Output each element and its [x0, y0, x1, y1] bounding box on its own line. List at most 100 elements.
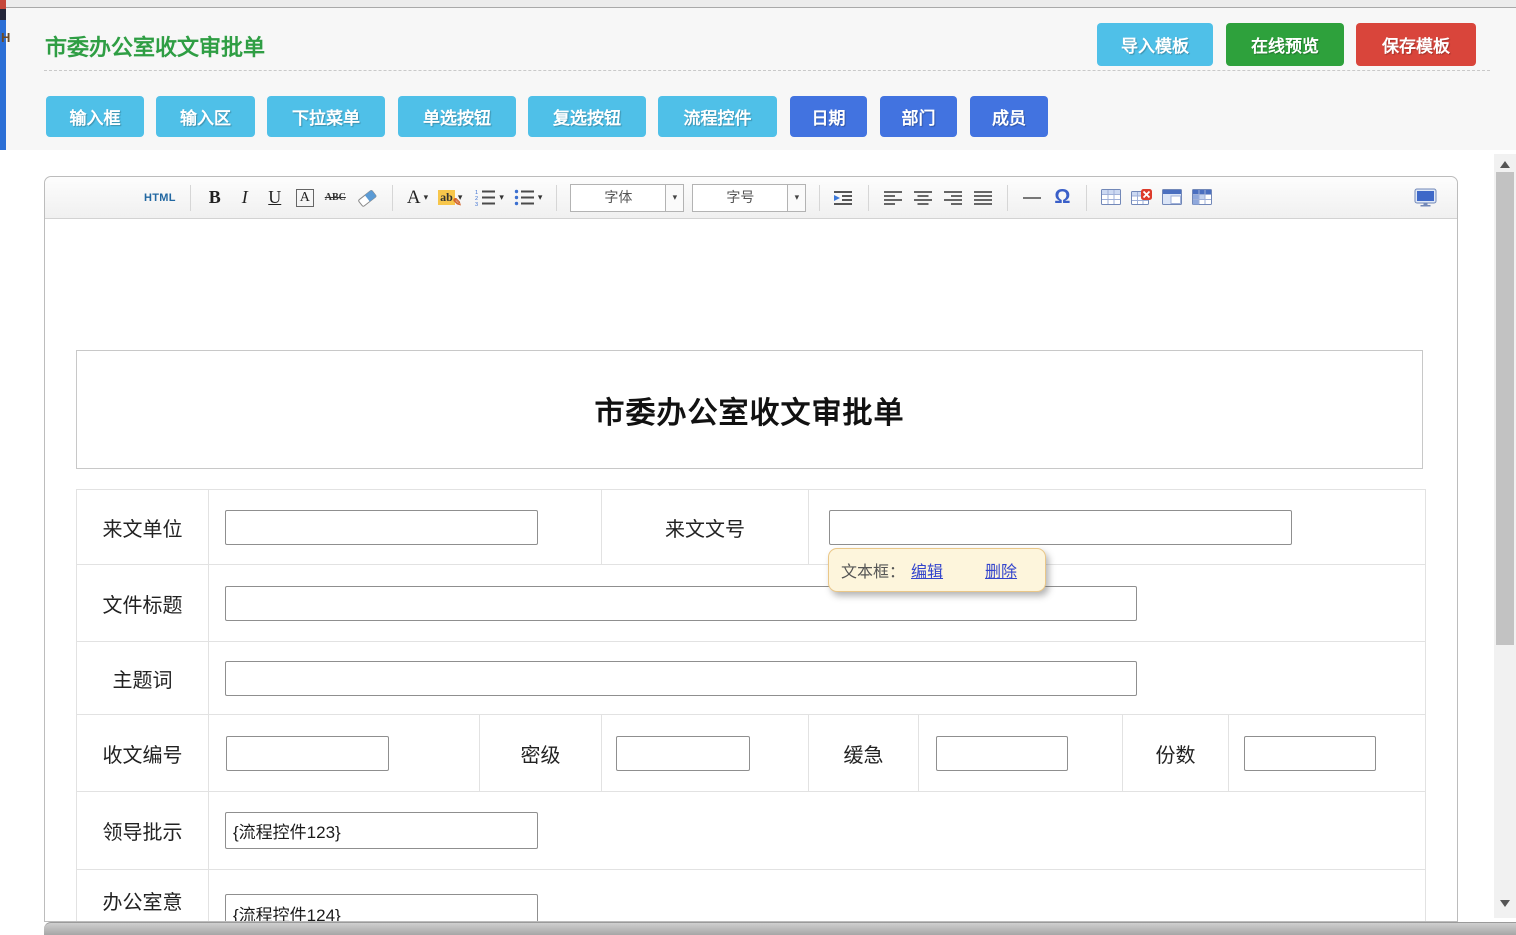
toolbar-separator: [392, 185, 393, 211]
font-size-select[interactable]: 字号 ▾: [692, 184, 806, 212]
table-icon: [1101, 189, 1121, 206]
toolbar-separator: [1007, 185, 1008, 211]
field-label: 办公室意: [77, 870, 209, 923]
form-row-leader-comments: 领导批示: [77, 792, 1426, 870]
document-title-box: 市委办公室收文审批单: [76, 350, 1423, 469]
editor-toolbar: HTML B I U A ABC A ▾ ab✎ ▾ 1 2: [45, 177, 1457, 219]
unordered-list-button[interactable]: ▾: [512, 184, 545, 212]
palette-checkbox-button[interactable]: 复选按钮: [528, 96, 646, 137]
vertical-scrollbar[interactable]: [1494, 154, 1516, 918]
table-delete-icon: [1131, 189, 1152, 206]
office-opinion-input[interactable]: [225, 894, 538, 922]
palette-textarea-button[interactable]: 输入区: [156, 96, 255, 137]
palette-date-button[interactable]: 日期: [790, 96, 867, 137]
delete-link[interactable]: 删除: [985, 558, 1017, 582]
table-properties-icon: [1162, 189, 1182, 206]
form-row-office-opinion: 办公室意: [77, 870, 1426, 923]
secrecy-level-input[interactable]: [616, 736, 750, 771]
insert-table-button[interactable]: [1099, 184, 1123, 212]
palette-radio-button[interactable]: 单选按钮: [398, 96, 516, 137]
toolbar-separator: [190, 185, 191, 211]
italic-button[interactable]: I: [233, 184, 257, 212]
align-left-button[interactable]: [881, 184, 905, 212]
page-title: 市委办公室收文审批单: [45, 30, 265, 62]
field-cell: [209, 565, 1426, 642]
online-preview-button[interactable]: 在线预览: [1226, 23, 1344, 66]
form-row-receipt-info: 收文编号 密级 缓急 份数: [77, 715, 1426, 792]
toolbar-separator: [868, 185, 869, 211]
delete-table-button[interactable]: [1129, 184, 1154, 212]
toolbar-separator: [556, 185, 557, 211]
align-center-button[interactable]: [911, 184, 935, 212]
receipt-number-input[interactable]: [226, 736, 389, 771]
pencil-icon: ✎: [453, 196, 462, 209]
document-number-input[interactable]: [829, 510, 1292, 545]
form-row-keywords: 主题词: [77, 642, 1426, 715]
form-row-document-title: 文件标题: [77, 565, 1426, 642]
keywords-input[interactable]: [225, 661, 1137, 696]
svg-text:3: 3: [475, 202, 478, 207]
scrollbar-thumb[interactable]: [1496, 172, 1514, 645]
import-template-button[interactable]: 导入模板: [1097, 23, 1213, 66]
table-properties-button[interactable]: [1160, 184, 1184, 212]
strikethrough-button[interactable]: ABC: [323, 184, 348, 212]
horizontal-rule-button[interactable]: [1020, 184, 1044, 212]
field-label: 密级: [480, 715, 602, 792]
palette-dropdown-button[interactable]: 下拉菜单: [267, 96, 385, 137]
source-button[interactable]: HTML: [142, 184, 178, 212]
underline-button[interactable]: U: [263, 184, 287, 212]
bold-button[interactable]: B: [203, 184, 227, 212]
inline-style-button[interactable]: A: [293, 184, 317, 212]
urgency-input[interactable]: [936, 736, 1068, 771]
caret-down-icon: ▾: [538, 192, 543, 203]
fullscreen-button[interactable]: [1412, 184, 1440, 212]
edit-link[interactable]: 编辑: [911, 558, 943, 582]
highlight-color-button[interactable]: ab✎ ▾: [436, 184, 464, 212]
window-fragment-dark: [0, 9, 6, 20]
toolbar-separator: [1086, 185, 1087, 211]
field-label: 来文单位: [77, 490, 209, 565]
scroll-down-arrow-icon[interactable]: [1500, 900, 1510, 907]
remove-format-button[interactable]: [354, 184, 380, 212]
monitor-icon: [1414, 188, 1438, 207]
indent-button[interactable]: [832, 184, 856, 212]
highlight-ab-icon: ab✎: [438, 190, 455, 205]
field-label: 收文编号: [77, 715, 209, 792]
cell-properties-icon: [1192, 189, 1212, 206]
toolbar-separator: [819, 185, 820, 211]
form-row-source-unit: 来文单位 来文文号: [77, 490, 1426, 565]
left-window-strip: [0, 0, 6, 150]
unordered-list-icon: [514, 189, 535, 207]
eraser-icon: [356, 189, 378, 207]
field-label: 缓急: [809, 715, 919, 792]
horizontal-rule-icon: [1023, 197, 1041, 199]
font-family-select[interactable]: 字体 ▾: [570, 184, 684, 212]
save-template-button[interactable]: 保存模板: [1356, 23, 1476, 66]
cell-properties-button[interactable]: [1190, 184, 1214, 212]
ordered-list-icon: 1 2 3: [475, 189, 496, 207]
align-justify-icon: [974, 190, 993, 206]
rich-text-editor: HTML B I U A ABC A ▾ ab✎ ▾ 1 2: [44, 176, 1458, 922]
palette-department-button[interactable]: 部门: [880, 96, 957, 137]
caret-down-icon: ▾: [499, 192, 504, 203]
copies-input[interactable]: [1244, 736, 1376, 771]
special-char-button[interactable]: Ω: [1050, 184, 1074, 212]
ordered-list-button[interactable]: 1 2 3 ▾: [473, 184, 506, 212]
field-cell: [919, 715, 1123, 792]
palette-input-box-button[interactable]: 输入框: [46, 96, 144, 137]
align-justify-button[interactable]: [971, 184, 995, 212]
scroll-up-arrow-icon[interactable]: [1500, 161, 1510, 168]
field-cell: [1229, 715, 1426, 792]
field-label: 领导批示: [77, 792, 209, 870]
field-cell: [209, 870, 1426, 923]
bottom-edge-bar: [44, 922, 1516, 935]
align-left-icon: [884, 190, 903, 206]
field-label: 文件标题: [77, 565, 209, 642]
palette-flow-control-button[interactable]: 流程控件: [658, 96, 777, 137]
align-right-button[interactable]: [941, 184, 965, 212]
field-cell: [209, 490, 602, 565]
source-unit-input[interactable]: [225, 510, 538, 545]
palette-member-button[interactable]: 成员: [970, 96, 1048, 137]
leader-comments-input[interactable]: [225, 812, 538, 849]
text-color-button[interactable]: A ▾: [405, 184, 430, 212]
